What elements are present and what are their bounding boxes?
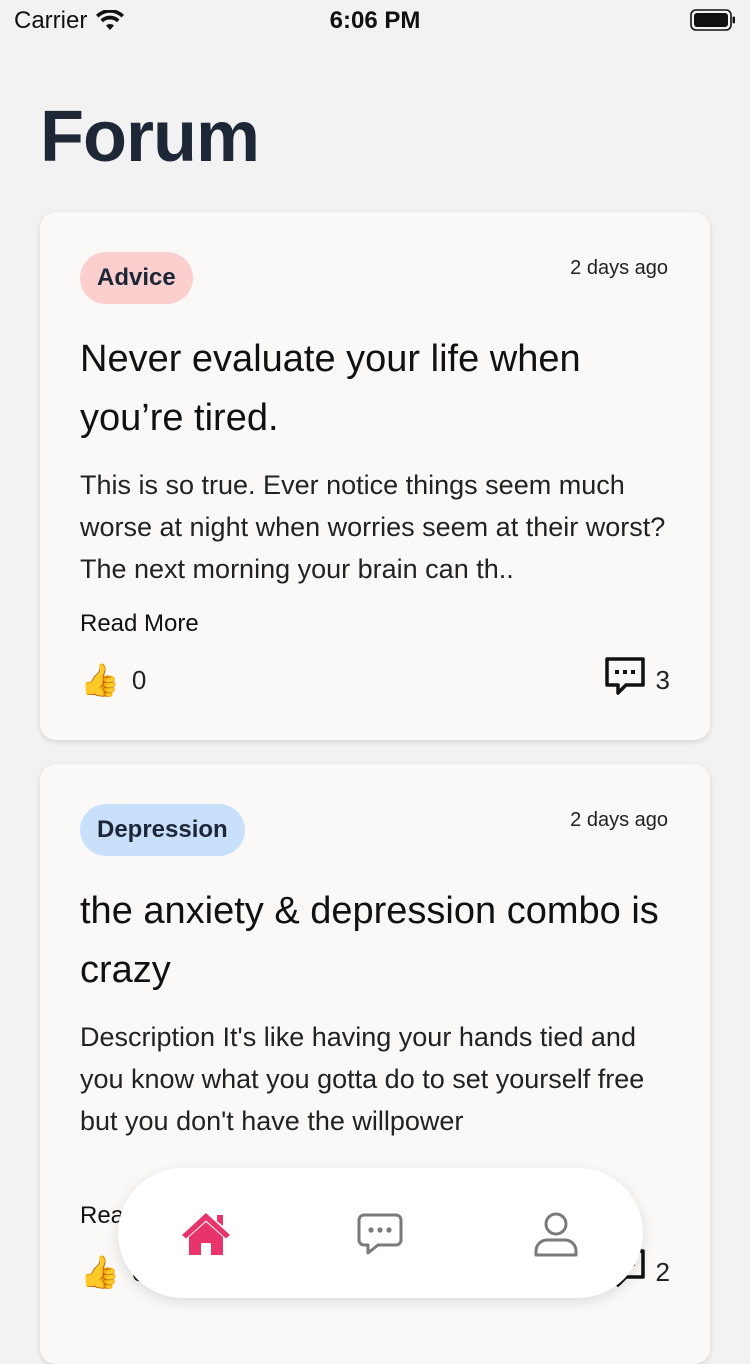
bottom-nav	[118, 1168, 643, 1298]
post-title[interactable]: the anxiety & depression combo is crazy	[80, 882, 680, 1000]
post-time: 2 days ago	[570, 809, 668, 831]
category-tag[interactable]: Advice	[80, 252, 193, 304]
comment-count: 2	[655, 1257, 670, 1287]
clock: 6:06 PM	[329, 7, 421, 34]
comments-button[interactable]: 3	[604, 656, 670, 696]
thumbs-up-icon: 👍	[80, 662, 120, 698]
status-bar: Carrier 6:06 PM	[0, 0, 750, 40]
category-tag[interactable]: Depression	[80, 804, 245, 856]
post-body: This is so true. Ever notice things seem…	[80, 470, 666, 584]
battery-icon	[690, 9, 735, 31]
comment-count: 3	[655, 665, 670, 695]
nav-home-tab[interactable]	[178, 1206, 234, 1262]
post-card[interactable]: Advice 2 days ago Never evaluate your li…	[40, 212, 710, 740]
read-more-link[interactable]: Read More	[80, 610, 199, 638]
home-icon	[182, 1213, 230, 1255]
post-body: Description It's like having your hands …	[80, 1022, 645, 1136]
nav-chat-tab[interactable]	[352, 1206, 408, 1262]
thumbs-up-icon: 👍	[80, 1254, 120, 1290]
comment-icon	[604, 657, 645, 695]
nav-profile-tab[interactable]	[528, 1206, 584, 1262]
page-title: Forum	[40, 97, 260, 177]
post-title[interactable]: Never evaluate your life when you’re tir…	[80, 330, 680, 448]
post-time: 2 days ago	[570, 257, 668, 279]
profile-icon	[534, 1212, 578, 1257]
chat-icon	[357, 1213, 403, 1255]
like-count: 0	[131, 664, 147, 695]
like-button[interactable]: 👍 0	[80, 662, 146, 698]
